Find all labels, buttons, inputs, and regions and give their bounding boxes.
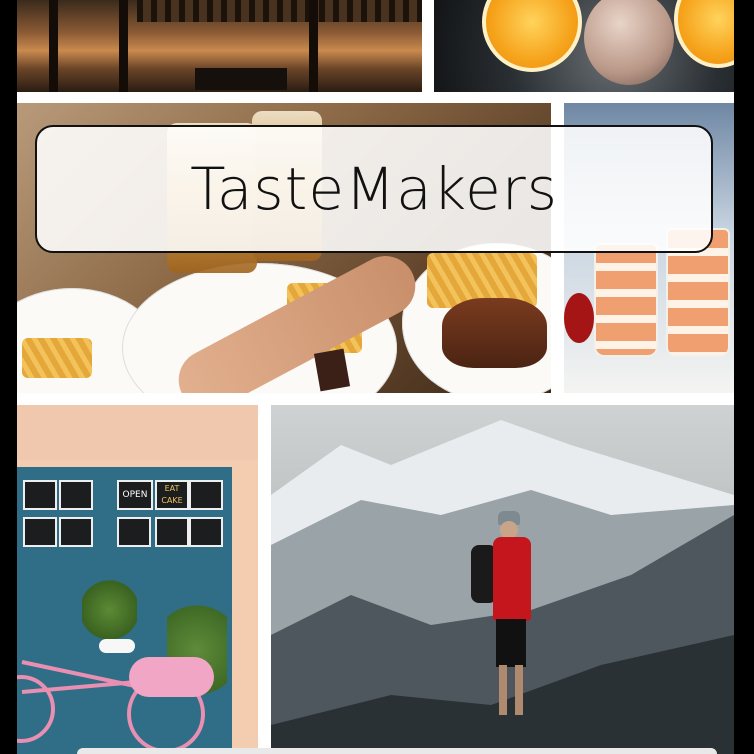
- window-sign: [59, 517, 93, 547]
- pier-post: [309, 0, 318, 92]
- strawberry: [564, 293, 594, 343]
- window-sign: [155, 517, 189, 547]
- title-banner: TasteMakers: [35, 125, 713, 253]
- wrist-watch: [313, 348, 351, 392]
- window-sign: [23, 480, 57, 510]
- pier-hut: [195, 68, 287, 90]
- pier-post: [119, 0, 128, 92]
- fries: [22, 338, 92, 378]
- open-sign-text: OPEN: [122, 490, 148, 500]
- window-sign: [189, 480, 223, 510]
- mountain-hiker-photo: [271, 405, 734, 754]
- pier-sunset-photo: [17, 0, 422, 92]
- pier-post: [49, 0, 58, 92]
- cafe-storefront-photo: OPEN EAT CAKE: [17, 405, 258, 754]
- hiker-leg: [499, 665, 507, 715]
- window-sign: [189, 517, 223, 547]
- eat-sign-text: EAT: [164, 484, 180, 493]
- hanging-plant: [82, 575, 137, 645]
- window-sign: [117, 517, 151, 547]
- bottom-edge: [77, 748, 717, 754]
- window-sign: [23, 517, 57, 547]
- hiker-jacket: [493, 537, 531, 621]
- burger: [442, 298, 547, 368]
- banner-title: TasteMakers: [190, 155, 558, 223]
- hiker-leg: [515, 665, 523, 715]
- drink-splash: [584, 0, 674, 85]
- collage-frame: OPEN EAT CAKE: [17, 0, 734, 754]
- storefront-lintel: [17, 405, 258, 460]
- cake-sign-text: CAKE: [161, 496, 183, 505]
- milkshake-glass: [594, 243, 658, 357]
- hiker-shorts: [496, 619, 526, 667]
- orange-drink-photo: [434, 0, 734, 92]
- bike-fender: [129, 657, 214, 697]
- eat-cake-sign: EAT CAKE: [155, 480, 189, 510]
- open-sign: OPEN: [117, 480, 153, 510]
- pier-silhouette: [137, 0, 422, 22]
- orange-slice: [482, 0, 582, 72]
- orange-slice: [674, 0, 734, 68]
- window-sign: [59, 480, 93, 510]
- bike-seat: [99, 639, 135, 653]
